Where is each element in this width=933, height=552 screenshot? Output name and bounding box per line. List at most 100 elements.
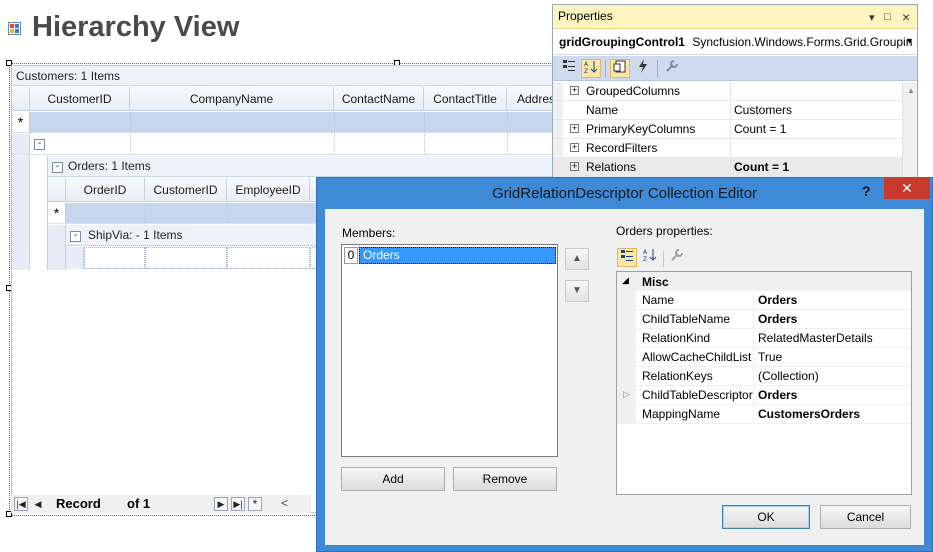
categorized-icon[interactable] (617, 248, 637, 267)
cell-divider (334, 112, 335, 132)
scroll-left-icon[interactable]: < (281, 496, 288, 510)
column-divider (753, 291, 754, 310)
list-item[interactable]: 0 Orders (343, 247, 556, 264)
property-row-allowcachechildlist[interactable]: AllowCacheChildList True (617, 348, 911, 367)
cancel-button[interactable]: Cancel (820, 505, 911, 529)
property-value: Orders (758, 312, 798, 326)
collapse-icon[interactable]: - (52, 162, 63, 173)
property-value: Orders (758, 388, 798, 402)
move-up-button[interactable]: ▲ (565, 248, 589, 270)
vertical-scrollbar[interactable]: ▲ (902, 82, 917, 177)
collapse-icon[interactable]: - (34, 139, 45, 150)
properties-title: Properties (558, 9, 613, 23)
wrench-icon[interactable] (667, 248, 687, 267)
alphabetical-icon[interactable]: AZ (640, 248, 660, 267)
property-row-recordfilters[interactable]: + RecordFilters (553, 139, 902, 158)
dialog-body: Members: 0 Orders ▲ ▼ Add Remove Orders … (325, 209, 924, 545)
column-divider (753, 329, 754, 348)
property-row-relationkeys[interactable]: RelationKeys (Collection) (617, 367, 911, 386)
move-down-button[interactable]: ▼ (565, 280, 589, 302)
ok-button[interactable]: OK (722, 505, 810, 529)
column-header-companyname[interactable]: CompanyName (130, 87, 334, 111)
close-button[interactable]: ✕ (884, 178, 930, 199)
wrench-icon[interactable] (662, 59, 682, 78)
property-name: Name (642, 293, 675, 307)
add-button[interactable]: Add (341, 467, 445, 491)
toolbar-separator (663, 251, 664, 267)
expand-icon[interactable]: + (570, 162, 579, 171)
nested-indent (48, 225, 66, 270)
last-record-button[interactable]: ▶| (231, 497, 245, 511)
property-row-childtablename[interactable]: ChildTableName Orders (617, 310, 911, 329)
new-record-button[interactable]: * (248, 497, 262, 511)
column-header-customerid[interactable]: CustomerID (30, 87, 130, 111)
cell-divider (424, 112, 425, 132)
property-row-childtabledescriptor[interactable]: ▷ ChildTableDescriptor Orders (617, 386, 911, 405)
svg-text:Z: Z (584, 68, 588, 74)
events-icon[interactable] (633, 59, 653, 78)
member-name: Orders (359, 247, 556, 264)
object-type: Syncfusion.Windows.Forms.Grid.Groupin (692, 35, 913, 49)
cell-divider (334, 134, 335, 154)
property-grid[interactable]: ◢ Misc Name Orders ChildTableName Orders… (616, 271, 912, 495)
property-value: Count = 1 (734, 160, 790, 174)
pin-dropdown-icon[interactable]: ▾ (869, 11, 875, 24)
properties-window: Properties ▾ □ × gridGroupingControl1 Sy… (552, 4, 918, 178)
cell-divider (145, 203, 146, 223)
expand-icon[interactable]: + (570, 86, 579, 95)
toolbar-separator (657, 60, 658, 77)
column-header-customerid[interactable]: CustomerID (145, 178, 227, 202)
property-row-name[interactable]: Name Orders (617, 291, 911, 310)
property-row-groupedcolumns[interactable]: + GroupedColumns (553, 82, 902, 101)
property-row-relations[interactable]: + Relations Count = 1 (553, 158, 902, 177)
cell-divider (130, 134, 131, 154)
property-name: GroupedColumns (586, 84, 681, 98)
members-list[interactable]: 0 Orders (341, 244, 558, 457)
collapse-category-icon[interactable]: ◢ (622, 275, 629, 286)
next-record-button[interactable]: ▶ (214, 497, 228, 511)
grid-cell[interactable] (227, 247, 310, 269)
expand-icon[interactable]: + (570, 143, 579, 152)
property-row-name[interactable]: Name Customers (553, 101, 902, 120)
column-divider (730, 158, 731, 177)
property-row-mappingname[interactable]: MappingName CustomersOrders (617, 405, 911, 424)
first-record-button[interactable]: |◀ (14, 497, 28, 511)
expand-icon[interactable]: ▷ (623, 389, 630, 400)
property-name: Relations (586, 160, 637, 174)
customers-record-row[interactable]: - (12, 134, 567, 155)
object-selector[interactable]: gridGroupingControl1 Syncfusion.Windows.… (553, 30, 917, 55)
property-row-relationkind[interactable]: RelationKind RelatedMasterDetails (617, 329, 911, 348)
grid-cell[interactable] (84, 247, 145, 269)
previous-record-button[interactable]: ◀ (31, 497, 45, 511)
property-row-primarykeycolumns[interactable]: + PrimaryKeyColumns Count = 1 (553, 120, 902, 139)
remove-button[interactable]: Remove (453, 467, 557, 491)
grid-cell[interactable] (145, 247, 227, 269)
new-row-marker: * (48, 203, 66, 223)
record-navigation-bar: |◀ ◀ Record of 1 ▶ ▶| * < (11, 495, 311, 513)
row-gutter (617, 348, 636, 367)
property-pages-icon[interactable] (610, 59, 630, 78)
property-value: Count = 1 (734, 122, 787, 136)
scroll-up-icon[interactable]: ▲ (907, 86, 915, 95)
maximize-icon[interactable]: □ (884, 11, 891, 23)
expand-icon[interactable]: + (570, 124, 579, 133)
collection-editor-dialog: GridRelationDescriptor Collection Editor… (316, 177, 933, 552)
alphabetical-icon[interactable]: AZ (581, 59, 601, 78)
column-header-orderid[interactable]: OrderID (66, 178, 145, 202)
category-misc[interactable]: ◢ Misc (617, 272, 911, 291)
collapse-icon[interactable]: - (70, 231, 81, 242)
toolbar-separator (605, 60, 606, 77)
nested-indent (30, 156, 48, 270)
help-button[interactable]: ? (862, 183, 871, 199)
column-header-contactname[interactable]: ContactName (334, 87, 424, 111)
object-dropdown-icon[interactable]: ▾ (907, 36, 912, 47)
categorized-icon[interactable] (559, 59, 579, 78)
column-header-employeeid[interactable]: EmployeeID (227, 178, 310, 202)
properties-label: Orders properties: (616, 224, 713, 238)
column-header-contacttitle[interactable]: ContactTitle (424, 87, 507, 111)
close-icon[interactable]: × (902, 9, 910, 25)
property-name: AllowCacheChildList (642, 350, 752, 364)
svg-text:A: A (643, 249, 648, 256)
row-header-corner (48, 178, 66, 202)
customers-add-row[interactable]: * (12, 112, 567, 133)
